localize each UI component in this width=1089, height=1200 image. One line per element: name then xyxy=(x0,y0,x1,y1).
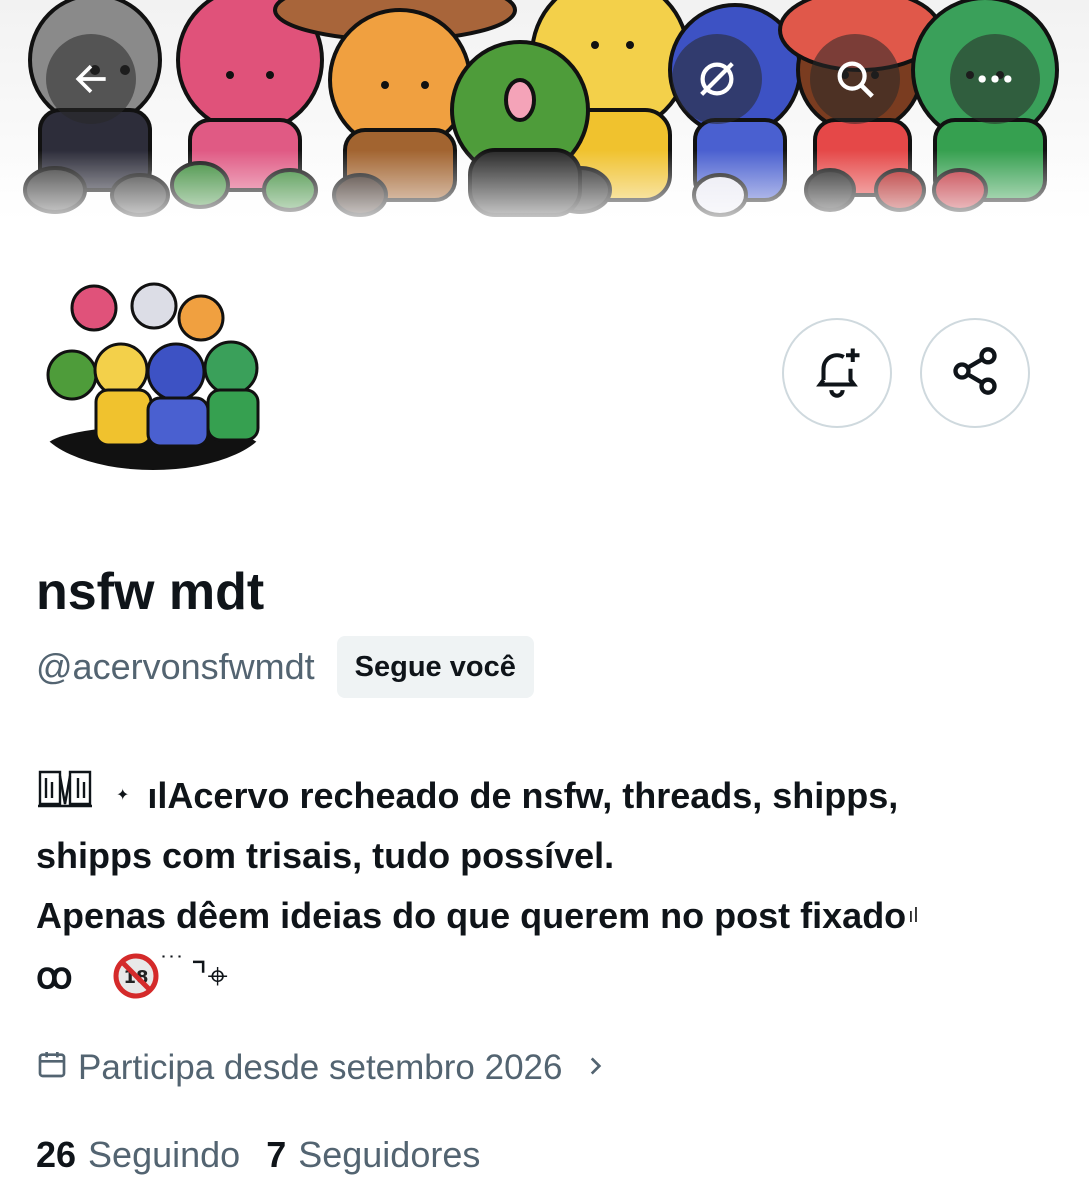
joined-date[interactable]: Participa desde setembro 2026 xyxy=(36,1040,608,1096)
arrow-left-icon xyxy=(69,57,113,101)
search-icon xyxy=(832,56,878,102)
handle: @acervonsfwmdt xyxy=(36,646,315,687)
bio-line-4: ꝏ 18 ˙˙˙ ⌝⌖ xyxy=(36,946,1066,1006)
following-count: 26 xyxy=(36,1134,77,1175)
sparkle-icon: ✦ xyxy=(116,787,130,804)
search-button[interactable] xyxy=(810,34,900,124)
notify-button[interactable] xyxy=(782,318,892,428)
following-label: Seguindo xyxy=(88,1134,241,1175)
bio-line-1-text: ılAcervo recheado de nsfw, threads, ship… xyxy=(147,775,899,816)
bell-plus-icon xyxy=(810,344,864,403)
bio: ✦ ılAcervo recheado de nsfw, threads, sh… xyxy=(36,766,1066,1006)
bio-line-3: Apenas dêem ideias do que querem no post… xyxy=(36,886,1066,946)
bio-line-3-suffix: ıl xyxy=(908,905,919,927)
followers-label: Seguidores xyxy=(298,1134,481,1175)
follows-you-badge: Segue você xyxy=(336,636,534,698)
banner-fade xyxy=(0,150,1089,240)
no-under-18-icon: 18 xyxy=(113,953,159,999)
handle-row: @acervonsfwmdt Segue você xyxy=(36,636,534,698)
grok-button[interactable] xyxy=(672,34,762,124)
followers-link[interactable]: 7 Seguidores xyxy=(266,1134,480,1176)
more-button[interactable] xyxy=(950,34,1040,124)
bio-symbol-d: ⌝⌖ xyxy=(190,955,228,996)
profile-banner[interactable] xyxy=(0,0,1089,240)
calendar-icon xyxy=(36,1048,68,1089)
back-button[interactable] xyxy=(46,34,136,124)
bio-symbol-c: ˙˙˙ xyxy=(160,952,185,979)
bio-symbol-a: ꝏ xyxy=(36,955,73,996)
following-link[interactable]: 26 Seguindo xyxy=(36,1134,240,1176)
joined-text: Participa desde setembro 2026 xyxy=(78,1048,563,1087)
bio-line-2: shipps com trisais, tudo possível. xyxy=(36,835,615,876)
followers-count: 7 xyxy=(266,1134,287,1175)
share-icon xyxy=(949,345,1001,402)
follow-stats: 26 Seguindo 7 Seguidores xyxy=(36,1134,506,1176)
bio-line-1: ✦ ılAcervo recheado de nsfw, threads, sh… xyxy=(36,766,1066,826)
chevron-right-icon xyxy=(582,1048,608,1088)
avatar[interactable] xyxy=(36,280,270,470)
grok-icon xyxy=(694,56,740,102)
avatar-illustration xyxy=(36,280,270,470)
more-horizontal-icon xyxy=(973,57,1017,101)
book-icon xyxy=(36,766,94,826)
share-button[interactable] xyxy=(920,318,1030,428)
display-name: nsfw mdt xyxy=(36,563,265,621)
